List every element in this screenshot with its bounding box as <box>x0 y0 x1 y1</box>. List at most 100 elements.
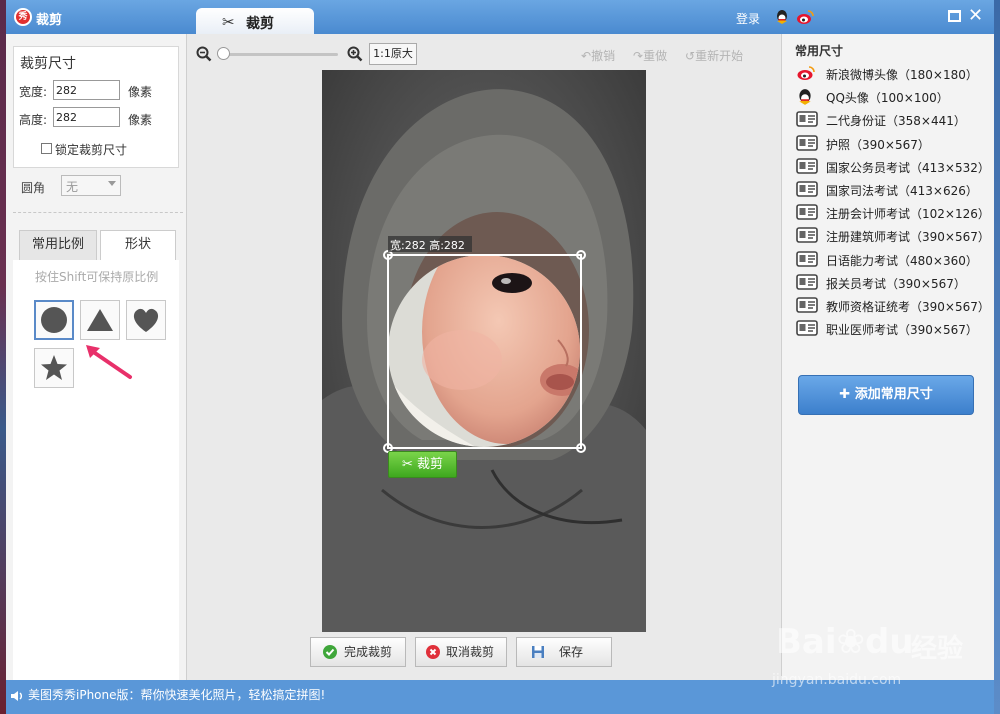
preset-label: QQ头像（100×100） <box>826 91 949 106</box>
scissors-icon: ✂ <box>401 457 413 472</box>
undo-icon: ↶ <box>581 49 592 63</box>
watermark-cn: 经验 <box>911 634 964 664</box>
preset-label: 日语能力考试（480×360） <box>826 253 978 268</box>
editor-area: 1:1原大 ↶撤销 ↷重做 ↺重新开始 宽:282 高:282 ✂ 裁剪 完成裁… <box>186 34 782 680</box>
close-button[interactable]: ✕ <box>968 5 983 26</box>
height-unit: 像素 <box>128 113 153 127</box>
id-card-icon <box>796 250 818 268</box>
add-preset-button[interactable]: ✚ 添加常用尺寸 <box>798 375 974 415</box>
watermark-url: jingyan.baidu.com <box>772 672 902 688</box>
tab-crop[interactable]: ✂ 裁剪 <box>196 8 314 35</box>
width-unit: 像素 <box>128 85 153 99</box>
star-icon <box>41 355 67 380</box>
restart-label: 重新开始 <box>695 49 744 63</box>
tab-common-ratio[interactable]: 常用比例 <box>19 230 97 260</box>
id-card-icon <box>796 134 818 152</box>
preset-label: 二代身份证（358×441） <box>826 114 966 129</box>
finish-crop-label: 完成裁剪 <box>344 645 393 659</box>
lock-size-label: 锁定裁剪尺寸 <box>55 143 128 157</box>
shift-hint: 按住Shift可保持原比例 <box>35 270 159 284</box>
preset-label: 新浪微博头像（180×180） <box>826 68 978 82</box>
paw-icon: ❀ <box>836 622 866 662</box>
redo-label: 重做 <box>643 49 668 63</box>
save-label: 保存 <box>559 645 584 659</box>
scissors-icon: ✂ <box>222 13 235 31</box>
restart-icon: ↺ <box>685 49 696 63</box>
tab-shape[interactable]: 形状 <box>100 230 176 260</box>
corner-select-value: 无 <box>66 180 79 194</box>
id-card-icon <box>796 227 818 244</box>
maximize-button[interactable] <box>948 10 961 22</box>
zoom-in-icon[interactable] <box>347 46 363 62</box>
preset-label: 注册会计师考试（102×126） <box>826 207 990 222</box>
watermark-brand2: du <box>865 622 914 662</box>
preset-label: 教师资格证统考（390×567） <box>826 300 990 314</box>
baidu-watermark: Bai❀du 经验 jingyan.baidu.com <box>766 608 996 708</box>
add-preset-label: 添加常用尺寸 <box>854 387 933 402</box>
app-logo-icon: 秀 <box>14 8 32 26</box>
weibo-icon[interactable] <box>796 9 814 25</box>
height-label: 高度: <box>19 113 48 127</box>
save-button[interactable]: 保存 <box>516 637 612 667</box>
triangle-icon <box>87 309 113 331</box>
photo-canvas[interactable]: 宽:282 高:282 ✂ 裁剪 <box>322 70 646 632</box>
annotation-arrow <box>86 345 132 379</box>
tab-crop-label: 裁剪 <box>246 16 274 32</box>
speaker-icon <box>11 691 22 701</box>
title-bar: 秀 裁剪 ✂ 裁剪 登录 ✕ <box>6 0 994 35</box>
height-input[interactable] <box>53 107 120 127</box>
cancel-icon <box>426 645 440 659</box>
width-label: 宽度: <box>19 85 48 99</box>
app-title: 裁剪 <box>36 13 63 28</box>
crop-confirm-button[interactable]: ✂ 裁剪 <box>388 451 457 478</box>
save-icon <box>532 646 544 658</box>
preset-label: 报关员考试（390×567） <box>826 276 966 291</box>
watermark-brand: Bai <box>776 622 837 662</box>
preset-label: 注册建筑师考试（390×567） <box>826 230 990 245</box>
plus-icon: ✚ <box>839 387 851 402</box>
zoom-out-icon[interactable] <box>196 46 212 62</box>
width-input[interactable] <box>53 80 120 100</box>
circle-icon <box>41 307 67 333</box>
corner-label: 圆角 <box>21 181 46 195</box>
left-panel: 裁剪尺寸 宽度: 像素 高度: 像素 锁定裁剪尺寸 圆角 无 常用比例 形状 按… <box>6 34 186 680</box>
qq-icon <box>796 88 818 106</box>
crop-size-title: 裁剪尺寸 <box>20 56 76 72</box>
undo-label: 撤销 <box>591 49 616 63</box>
corner-select[interactable]: 无 <box>61 175 121 196</box>
divider <box>13 212 183 213</box>
right-panel: 常用尺寸 新浪微博头像（180×180） QQ头像（100×100） 二代身份证（3… <box>782 34 994 680</box>
check-icon <box>323 645 337 659</box>
star-shape-button[interactable] <box>34 348 74 388</box>
restart-button[interactable]: ↺重新开始 <box>685 47 743 64</box>
id-card-icon <box>796 320 818 337</box>
zoom-slider-track[interactable] <box>223 53 338 56</box>
crop-size-box: 裁剪尺寸 宽度: 像素 高度: 像素 锁定裁剪尺寸 <box>13 46 179 168</box>
cancel-crop-button[interactable]: 取消裁剪 <box>415 637 507 667</box>
id-card-icon <box>796 111 818 128</box>
heart-shape-button[interactable] <box>126 300 166 340</box>
id-card-icon <box>796 273 818 291</box>
redo-icon: ↷ <box>633 49 644 63</box>
baby-photo <box>322 70 646 632</box>
original-size-button[interactable]: 1:1原大 <box>369 43 417 65</box>
redo-button[interactable]: ↷重做 <box>633 47 667 64</box>
zoom-slider-knob[interactable] <box>217 47 230 60</box>
heart-icon <box>133 308 159 332</box>
crop-confirm-label: 裁剪 <box>417 457 444 472</box>
circle-shape-button[interactable] <box>34 300 74 340</box>
undo-button[interactable]: ↶撤销 <box>581 47 615 64</box>
triangle-shape-button[interactable] <box>80 300 120 340</box>
qq-icon[interactable] <box>774 9 790 25</box>
crop-window: 秀 裁剪 ✂ 裁剪 登录 ✕ 裁剪尺寸 宽度: 像素 高度: <box>6 0 994 714</box>
id-card-icon <box>796 157 818 175</box>
lock-size-checkbox[interactable] <box>41 143 52 154</box>
crop-dimension-label: 宽:282 高:282 <box>390 239 465 252</box>
id-card-icon <box>796 297 818 314</box>
login-link[interactable]: 登录 <box>736 10 760 27</box>
finish-crop-button[interactable]: 完成裁剪 <box>310 637 406 667</box>
preset-label: 职业医师考试（390×567） <box>826 323 978 338</box>
presets-title: 常用尺寸 <box>795 44 844 58</box>
preset-label: 国家司法考试（413×626） <box>826 184 978 198</box>
desktop-edge <box>994 0 1000 714</box>
